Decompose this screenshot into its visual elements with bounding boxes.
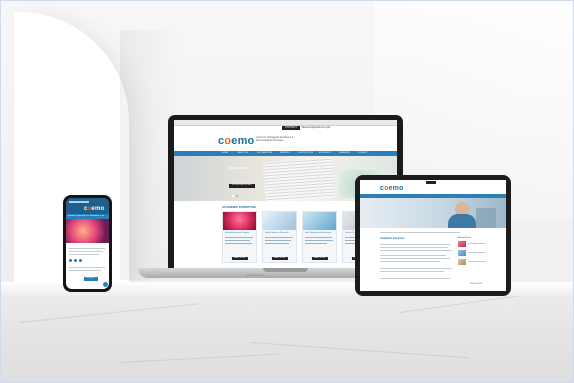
card-text-line — [265, 243, 289, 244]
body-text-line — [380, 278, 450, 279]
card-text-line — [225, 243, 252, 244]
phone: coemo Academic Expertise in Orthopaedic … — [63, 195, 112, 292]
marble-vein — [249, 342, 470, 359]
card-image — [263, 212, 296, 230]
marble-vein — [119, 353, 280, 363]
top-links[interactable]: Request Appointment Login — [302, 127, 330, 129]
chat-icon[interactable] — [102, 281, 109, 288]
body-text-line — [69, 254, 99, 255]
body-text-line — [380, 258, 450, 259]
body-text-line — [380, 271, 444, 272]
card-text-line — [265, 240, 291, 241]
phone-headline: Academic Expertise in Orthopaedic Care — [68, 215, 105, 217]
card-button[interactable]: READ MORE — [231, 257, 248, 260]
card-text-line — [225, 237, 253, 238]
laptop-model-label: MacBook Pro — [246, 273, 265, 277]
tablet-logo[interactable]: coemo — [380, 185, 404, 192]
nav-item-education[interactable]: EDUCATION — [319, 152, 331, 154]
sidebar-text-line — [468, 252, 486, 253]
hero-bg-figure — [476, 208, 496, 228]
expertise-card[interactable]: Sports Medicine Research READ MORE — [262, 211, 297, 263]
body-text-line — [69, 270, 101, 271]
nav-item-doctors[interactable]: OUR DOCTORS — [298, 152, 313, 154]
card-text-line — [305, 240, 333, 241]
tablet: coemo Academic Expertise Recent Posts RE… — [355, 175, 511, 296]
paper-stack-image — [262, 157, 336, 201]
body-text-line — [69, 248, 105, 249]
mockup-scene: CONTACT Request Appointment Login coemo … — [0, 0, 574, 383]
nav-item-about[interactable]: ABOUT US — [238, 152, 248, 154]
doctor-body — [448, 214, 476, 228]
phone-hero-image — [66, 219, 109, 243]
laptop-notch — [263, 268, 308, 272]
card-image — [223, 212, 256, 230]
phone-nav: Academic Expertise in Orthopaedic Care — [66, 214, 109, 219]
sidebar-text-line — [468, 261, 486, 262]
body-text-line — [69, 251, 103, 252]
tablet-hero — [360, 198, 506, 228]
marble-counter — [0, 282, 574, 383]
site-logo[interactable]: coemo — [218, 135, 254, 147]
body-text-line — [380, 255, 446, 256]
card-text-line — [305, 237, 332, 238]
share-icon[interactable] — [69, 259, 72, 262]
contact-button[interactable]: CONTACT — [282, 126, 300, 130]
body-text-line — [380, 247, 448, 248]
tablet-top-button[interactable] — [426, 181, 436, 184]
tablet-content: Academic Expertise Recent Posts READ MOR… — [360, 228, 506, 291]
phone-screen: coemo Academic Expertise in Orthopaedic … — [66, 198, 109, 289]
share-icon[interactable] — [79, 259, 82, 262]
phone-cta-button[interactable]: CONTACT — [84, 277, 98, 281]
card-button[interactable]: READ MORE — [311, 257, 328, 260]
section-title: ACADEMIC EXPERTISE — [222, 205, 256, 209]
sidebar-thumb[interactable] — [458, 259, 466, 265]
phone-status-bar — [69, 201, 89, 203]
sidebar-title: Recent Posts — [458, 237, 471, 239]
tablet-page-title: Academic Expertise — [380, 237, 405, 240]
tablet-read-more[interactable]: READ MORE — [470, 283, 482, 285]
site-tagline: Center for Orthopaedic Excellence & Musc… — [256, 137, 294, 142]
card-title: Minimally Invasive Surgery — [225, 232, 249, 234]
tabs-row — [380, 232, 460, 233]
hero-title: Patient Forms — [229, 166, 250, 170]
body-text-line — [380, 244, 450, 245]
card-title: Joint Replacement Outcomes — [305, 232, 332, 234]
sidebar-text-line — [468, 243, 486, 244]
nav-item-home[interactable]: HOME — [222, 152, 228, 154]
nav-item-services[interactable]: OUR SERVICES — [257, 152, 272, 154]
body-text-line — [380, 268, 452, 269]
phone-content: CONTACT — [66, 243, 109, 289]
body-text-line — [380, 250, 452, 251]
card-text-line — [265, 237, 293, 238]
nav-item-research[interactable]: RESEARCH — [339, 152, 350, 154]
tablet-screen: coemo Academic Expertise Recent Posts RE… — [360, 180, 506, 291]
card-text-line — [305, 243, 327, 244]
card-button[interactable]: READ MORE — [271, 257, 288, 260]
nav-item-contact[interactable]: CONTACT — [358, 152, 368, 154]
hero-button[interactable]: DOWNLOAD FORMS — [229, 184, 255, 188]
card-image — [303, 212, 336, 230]
sidebar-thumb[interactable] — [458, 241, 466, 247]
share-icon[interactable] — [74, 259, 77, 262]
phone-header: coemo — [66, 198, 109, 214]
nav-item-patients[interactable]: PATIENTS — [280, 152, 289, 154]
card-text-line — [225, 240, 250, 241]
expertise-card[interactable]: Joint Replacement Outcomes READ MORE — [302, 211, 337, 263]
site-header: coemo Center for Orthopaedic Excellence … — [174, 131, 397, 151]
slider-dot[interactable] — [232, 195, 234, 197]
body-text-line — [380, 261, 440, 262]
marble-vein — [19, 303, 200, 323]
expertise-card[interactable]: Minimally Invasive Surgery READ MORE — [222, 211, 257, 263]
phone-logo[interactable]: coemo — [84, 206, 104, 212]
slider-dot[interactable] — [236, 195, 238, 197]
tablet-header: coemo — [360, 180, 506, 194]
card-title: Sports Medicine Research — [265, 232, 289, 234]
sidebar-thumb[interactable] — [458, 250, 466, 256]
body-text-line — [69, 267, 105, 268]
